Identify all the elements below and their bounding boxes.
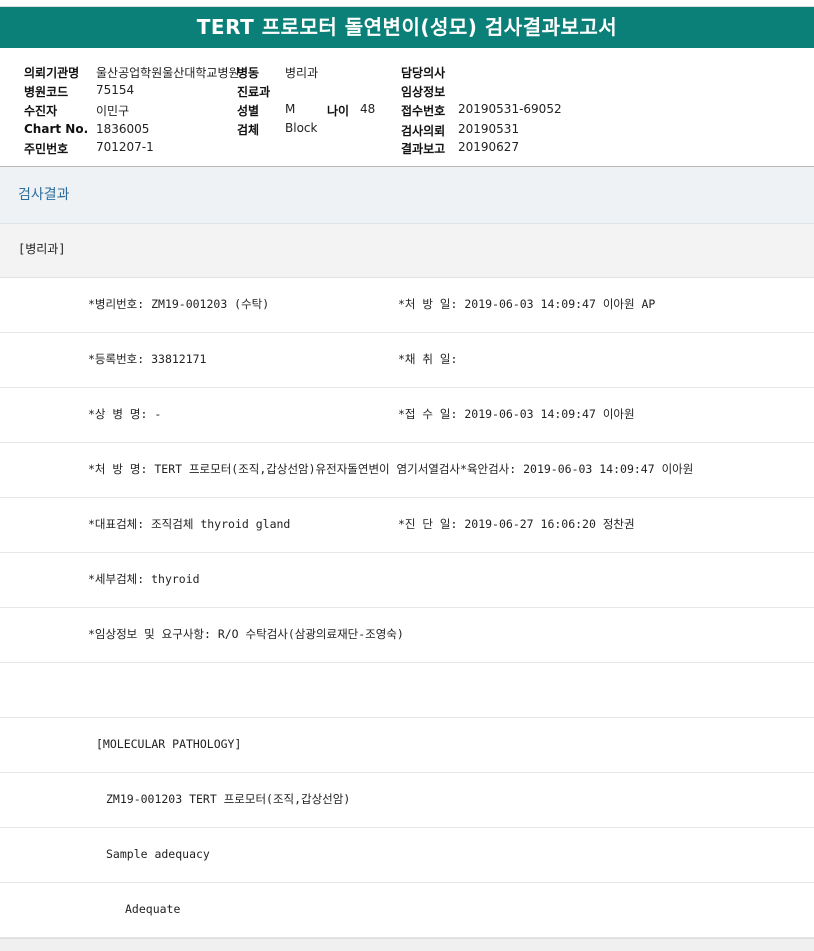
result-row: *임상정보 및 요구사항: R/O 수탁검사(삼광의료재단-조영숙): [0, 608, 814, 663]
chart-number-label: Chart No.: [24, 122, 89, 136]
age-value: 48: [360, 102, 376, 116]
results-section-title: 검사결과: [0, 167, 814, 224]
result-row: *상 병 명: - *접 수 일: 2019-06-03 14:09:47 이아…: [0, 388, 814, 443]
institution-label: 의뢰기관명: [24, 66, 80, 80]
ward-value: 병리과: [285, 66, 319, 80]
diagnosis-date: *진 단 일: 2019-06-27 16:06:20 정찬권: [398, 517, 635, 531]
clinical-request: *임상정보 및 요구사항: R/O 수탁검사(삼광의료재단-조영숙): [88, 627, 404, 641]
clinical-info-label: 임상정보: [401, 85, 446, 99]
sample-adequacy-label: Sample adequacy: [106, 847, 210, 861]
sex-value: M: [285, 102, 296, 116]
patient-name-value: 이민구: [96, 104, 130, 118]
report-date-label: 결과보고: [401, 142, 446, 156]
molecular-pathology-header: [MOLECULAR PATHOLOGY]: [96, 737, 242, 751]
registration-number: *등록번호: 33812171: [88, 352, 207, 366]
institution-value: 울산공업학원울산대학교병원: [96, 66, 240, 80]
receipt-number-label: 접수번호: [401, 104, 446, 118]
detailed-specimen: *세부검체: thyroid: [88, 572, 200, 586]
result-row: ZM19-001203 TERT 프로모터(조직,갑상선암): [0, 773, 814, 828]
diagnosis-name: *상 병 명: -: [88, 407, 162, 421]
top-strip: [0, 0, 814, 7]
specimen-label: 검체: [237, 123, 260, 137]
chart-number-value: 1836005: [96, 122, 150, 136]
patient-info-panel: 의뢰기관명 울산공업학원울산대학교병원 병동 병리과 담당의사 병원코드 751…: [0, 48, 814, 166]
sex-label: 성별: [237, 104, 260, 118]
resident-number-label: 주민번호: [24, 142, 69, 156]
sample-adequacy-value: Adequate: [125, 902, 181, 916]
result-row: *처 방 명: TERT 프로모터(조직,갑상선암)유전자돌연변이 염기서열검사…: [0, 443, 814, 498]
representative-specimen: *대표검체: 조직검체 thyroid gland: [88, 517, 291, 531]
hospital-code-value: 75154: [96, 83, 135, 97]
result-row: *대표검체: 조직검체 thyroid gland *진 단 일: 2019-0…: [0, 498, 814, 553]
doctor-label: 담당의사: [401, 66, 446, 80]
report-title: TERT 프로모터 돌연변이(성모) 검사결과보고서: [0, 7, 814, 48]
resident-number-value: 701207-1: [96, 140, 154, 154]
result-row: *등록번호: 33812171 *채 취 일:: [0, 333, 814, 388]
prescription-name: *처 방 명: TERT 프로모터(조직,갑상선암)유전자돌연변이 염기서열검사…: [88, 462, 694, 476]
report-date-value: 20190627: [458, 140, 520, 154]
result-row: Adequate: [0, 883, 814, 938]
specimen-value: Block: [285, 121, 318, 135]
prescription-date: *처 방 일: 2019-06-03 14:09:47 이아원 AP: [398, 297, 656, 311]
results-rows: *병리번호: ZM19-001203 (수탁) *처 방 일: 2019-06-…: [0, 278, 814, 938]
dept-label: 진료과: [237, 85, 271, 99]
bottom-strip: [0, 938, 814, 951]
ward-label: 병동: [237, 66, 260, 80]
result-row-empty: [0, 663, 814, 718]
request-date-value: 20190531: [458, 122, 520, 136]
collection-date: *채 취 일:: [398, 352, 458, 366]
hospital-code-label: 병원코드: [24, 85, 69, 99]
receipt-date: *접 수 일: 2019-06-03 14:09:47 이아원: [398, 407, 635, 421]
result-row: [MOLECULAR PATHOLOGY]: [0, 718, 814, 773]
receipt-number-value: 20190531-69052: [458, 102, 562, 116]
age-label: 나이: [327, 104, 350, 118]
department-header: [병리과]: [0, 224, 814, 278]
request-date-label: 검사의뢰: [401, 124, 446, 138]
result-row: *병리번호: ZM19-001203 (수탁) *처 방 일: 2019-06-…: [0, 278, 814, 333]
result-row: *세부검체: thyroid: [0, 553, 814, 608]
result-row: Sample adequacy: [0, 828, 814, 883]
case-line: ZM19-001203 TERT 프로모터(조직,갑상선암): [106, 792, 351, 806]
patient-name-label: 수진자: [24, 104, 58, 118]
pathology-number: *병리번호: ZM19-001203 (수탁): [88, 297, 270, 311]
